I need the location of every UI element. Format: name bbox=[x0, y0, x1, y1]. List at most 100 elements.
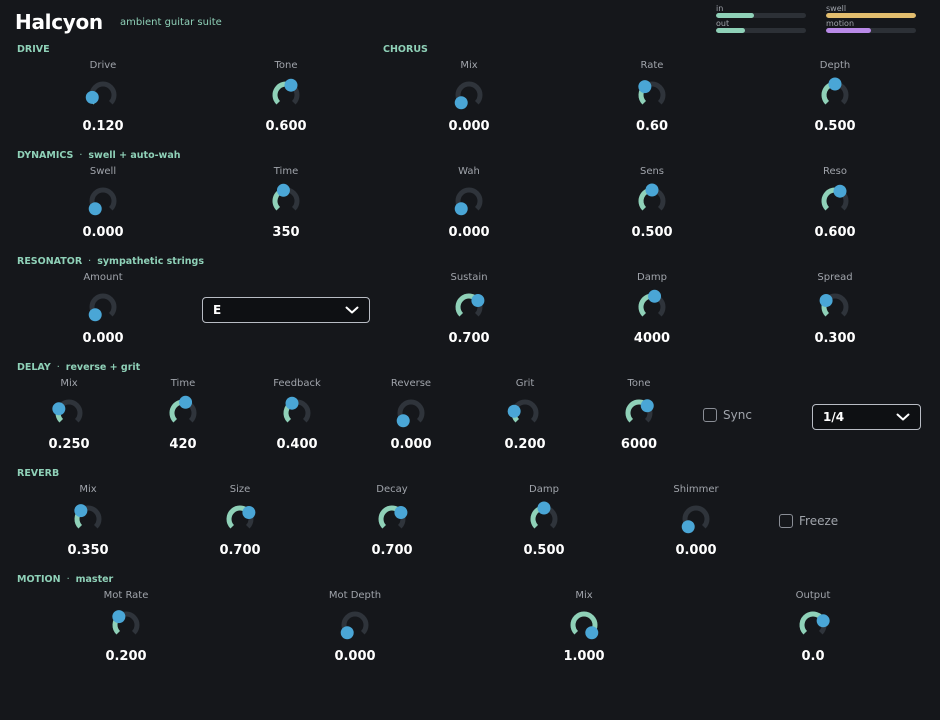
knob-dial[interactable] bbox=[393, 395, 429, 431]
knob-dial[interactable] bbox=[165, 395, 201, 431]
meter-in-fill bbox=[716, 13, 754, 18]
freeze-label: Freeze bbox=[799, 514, 839, 528]
knob-chorus-mix[interactable]: Mix 0.000 bbox=[429, 59, 509, 134]
knob-label: Damp bbox=[529, 484, 559, 495]
knob-chorus-depth[interactable]: Depth 0.500 bbox=[795, 59, 875, 134]
resonator-key-dropdown[interactable]: E bbox=[202, 297, 370, 323]
knob-delay-mix[interactable]: Mix 0.250 bbox=[29, 377, 109, 452]
sync-label: Sync bbox=[723, 408, 752, 422]
freeze-toggle[interactable]: Freeze bbox=[779, 514, 838, 528]
knob-dial[interactable] bbox=[817, 289, 853, 325]
knob-label: Amount bbox=[83, 272, 123, 283]
knob-dial[interactable] bbox=[451, 183, 487, 219]
delay-division-dropdown[interactable]: 1/4 bbox=[812, 404, 921, 430]
knob-dial[interactable] bbox=[268, 183, 304, 219]
knob-res-damp[interactable]: Damp 4000 bbox=[612, 271, 692, 346]
knob-handle bbox=[833, 184, 847, 198]
knob-dial[interactable] bbox=[85, 289, 121, 325]
knob-dyn-reso[interactable]: Reso 0.600 bbox=[795, 165, 875, 240]
knob-dial[interactable] bbox=[795, 607, 831, 643]
knob-handle bbox=[828, 77, 842, 91]
knob-rev-size[interactable]: Size 0.700 bbox=[200, 483, 280, 558]
knob-dial[interactable] bbox=[51, 395, 87, 431]
knob-drive-drive[interactable]: Drive 0.120 bbox=[63, 59, 143, 134]
knob-dial[interactable] bbox=[621, 395, 657, 431]
knob-dial[interactable] bbox=[451, 77, 487, 113]
knob-value: 0.000 bbox=[448, 225, 490, 240]
knob-dial[interactable] bbox=[634, 289, 670, 325]
knob-handle bbox=[454, 96, 468, 110]
knob-dial[interactable] bbox=[566, 607, 602, 643]
knob-label: Time bbox=[273, 166, 299, 177]
knob-value: 0.000 bbox=[675, 543, 717, 558]
knob-value: 6000 bbox=[620, 437, 658, 452]
knob-dial[interactable] bbox=[507, 395, 543, 431]
knob-label: Rate bbox=[640, 60, 664, 71]
knob-value: 0.700 bbox=[371, 543, 413, 558]
knob-res-amount[interactable]: Amount 0.000 bbox=[63, 271, 143, 346]
knob-value: 420 bbox=[169, 437, 197, 452]
knob-label: Mix bbox=[79, 484, 97, 495]
knob-dial[interactable] bbox=[279, 395, 315, 431]
knob-value: 0.700 bbox=[448, 331, 490, 346]
knob-mot-mix[interactable]: Mix 1.000 bbox=[544, 589, 624, 664]
knob-handle bbox=[648, 289, 662, 303]
knob-dial[interactable] bbox=[85, 183, 121, 219]
knob-res-sustain[interactable]: Sustain 0.700 bbox=[429, 271, 509, 346]
knob-rev-damp[interactable]: Damp 0.500 bbox=[504, 483, 584, 558]
knob-dial[interactable] bbox=[222, 501, 258, 537]
knob-dial[interactable] bbox=[817, 77, 853, 113]
knob-handle bbox=[638, 80, 652, 94]
knob-delay-time[interactable]: Time 420 bbox=[143, 377, 223, 452]
meter-in-label: in bbox=[716, 4, 724, 13]
knob-dial[interactable] bbox=[70, 501, 106, 537]
knob-dial[interactable] bbox=[526, 501, 562, 537]
knob-res-spread[interactable]: Spread 0.300 bbox=[795, 271, 875, 346]
knob-dial[interactable] bbox=[817, 183, 853, 219]
knob-dial[interactable] bbox=[678, 501, 714, 537]
knob-rev-decay[interactable]: Decay 0.700 bbox=[352, 483, 432, 558]
knob-delay-reverse[interactable]: Reverse 0.000 bbox=[371, 377, 451, 452]
knob-mot-rate[interactable]: Mot Rate 0.200 bbox=[86, 589, 166, 664]
section-reverb: REVERB bbox=[17, 468, 60, 479]
knob-delay-feedback[interactable]: Feedback 0.400 bbox=[257, 377, 337, 452]
knob-dial[interactable] bbox=[634, 77, 670, 113]
knob-mot-output[interactable]: Output 0.0 bbox=[773, 589, 853, 664]
meter-in: in bbox=[716, 5, 806, 18]
knob-handle bbox=[471, 294, 485, 308]
knob-mot-depth[interactable]: Mot Depth 0.000 bbox=[315, 589, 395, 664]
knob-value: 0.500 bbox=[523, 543, 565, 558]
knob-dyn-swell[interactable]: Swell 0.000 bbox=[63, 165, 143, 240]
knob-dial[interactable] bbox=[108, 607, 144, 643]
knob-label: Mot Depth bbox=[328, 590, 382, 601]
checkbox-icon[interactable] bbox=[703, 408, 717, 422]
knob-drive-tone[interactable]: Tone 0.600 bbox=[246, 59, 326, 134]
knob-rev-mix[interactable]: Mix 0.350 bbox=[48, 483, 128, 558]
knob-dial[interactable] bbox=[85, 77, 121, 113]
checkbox-icon[interactable] bbox=[779, 514, 793, 528]
knob-dial[interactable] bbox=[337, 607, 373, 643]
knob-chorus-rate[interactable]: Rate 0.60 bbox=[612, 59, 692, 134]
sync-toggle[interactable]: Sync bbox=[703, 408, 752, 422]
knob-value: 0.200 bbox=[105, 649, 147, 664]
chevron-down-icon bbox=[345, 306, 359, 314]
knob-dial[interactable] bbox=[451, 289, 487, 325]
knob-delay-grit[interactable]: Grit 0.200 bbox=[485, 377, 565, 452]
knob-dyn-wah[interactable]: Wah 0.000 bbox=[429, 165, 509, 240]
meter-swell: swell bbox=[826, 5, 916, 18]
knob-rev-shimmer[interactable]: Shimmer 0.000 bbox=[656, 483, 736, 558]
plugin-title: Halcyon bbox=[15, 10, 103, 34]
knob-handle bbox=[507, 404, 521, 418]
knob-dial[interactable] bbox=[374, 501, 410, 537]
knob-label: Time bbox=[170, 378, 196, 389]
knob-dial[interactable] bbox=[634, 183, 670, 219]
knob-delay-tone[interactable]: Tone 6000 bbox=[599, 377, 679, 452]
knob-dial[interactable] bbox=[268, 77, 304, 113]
knob-dyn-sens[interactable]: Sens 0.500 bbox=[612, 165, 692, 240]
knob-value: 0.700 bbox=[219, 543, 261, 558]
knob-handle bbox=[88, 308, 102, 322]
meter-out-label: out bbox=[716, 19, 730, 28]
knob-handle bbox=[816, 614, 830, 628]
knob-label: Mix bbox=[60, 378, 78, 389]
knob-dyn-time[interactable]: Time 350 bbox=[246, 165, 326, 240]
